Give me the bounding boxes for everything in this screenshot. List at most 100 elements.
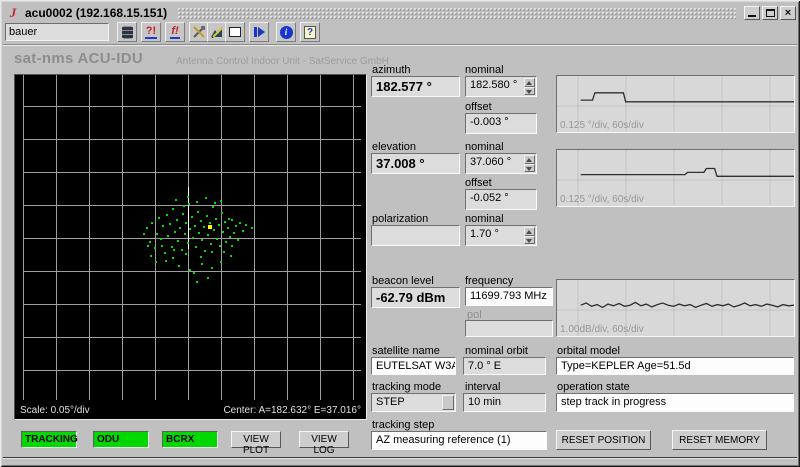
nominal-orbit-label: nominal orbit [465,345,528,357]
titlebar-texture [177,7,736,19]
function-alert-button[interactable]: f! [165,22,185,42]
azimuth-nominal-label: nominal [465,64,504,76]
beacon-pol-value [465,320,553,337]
view-plot-button[interactable]: VIEW PLOT [231,431,281,448]
orbital-model-value: Type=KEPLER Age=51.5d [556,357,794,375]
query-alert-button[interactable]: ?! [141,22,161,42]
interval-value: 10 min [463,393,546,412]
frequency-label: frequency [465,275,513,287]
elevation-offset-value: -0.052 ° [465,189,537,210]
azimuth-label: azimuth [372,64,411,76]
close-icon: × [781,7,795,19]
plot-scale-label: Scale: 0.05°/div [20,405,90,416]
minimize-icon [748,15,756,17]
frequency-field[interactable]: 11699.793 MHz [465,287,553,306]
polarization-nominal-value: 1.70 ° [470,228,524,240]
azimuth-nominal-value: 182.580 ° [470,79,524,91]
spin-up-button[interactable] [524,155,535,164]
plot-edit-icon [210,25,224,39]
azimuth-value: 182.577 ° [371,76,460,97]
elevation-trend-chart: 0.125 °/div, 60s/div [556,149,795,207]
bottom-separator [3,457,797,459]
tracking-mode-combo[interactable]: STEP [371,393,456,412]
tracking-step-value[interactable]: AZ measuring reference (1) [371,431,547,450]
operation-state-value: step track in progress [556,393,794,412]
spin-down-button[interactable] [524,236,535,245]
spin-up-button[interactable] [524,227,535,236]
app-icon[interactable]: J [6,6,20,20]
title-bar: J acu0002 (192.168.15.151) × [4,4,796,21]
tools-icon [192,25,206,39]
interval-label: interval [465,381,500,393]
run-step-button[interactable] [249,22,269,42]
window-view-button[interactable] [225,22,245,42]
beacon-level-value: -62.79 dBm [371,287,460,308]
spin-down-button[interactable] [524,87,535,96]
beacon-trend-chart: 1.00dB/div, 60s/div [556,279,795,337]
azimuth-trend-chart: 0.125 °/div, 60s/div [556,75,795,133]
info-icon: i [280,26,293,39]
query-alert-icon: ?! [145,26,157,39]
window-title: acu0002 (192.168.15.151) [25,6,167,20]
window-icon [229,27,241,37]
scatter-plot: Scale: 0.05°/div Center: A=182.632° E=37… [14,74,367,420]
elevation-trend-label: 0.125 °/div, 60s/div [560,194,644,205]
polarization-value [371,225,460,246]
help-button[interactable]: ? [300,22,320,42]
info-button[interactable]: i [276,22,296,42]
polarization-nominal-label: nominal [465,213,504,225]
elevation-nominal-spinner [524,155,535,172]
plot-dots [15,75,366,419]
plot-edit-button[interactable] [207,22,227,42]
panel-subtitle: Antenna Control Indoor Unit - SatService… [176,56,389,67]
maximize-icon [766,9,775,17]
database-button[interactable] [117,22,137,42]
app-window: J acu0002 (192.168.15.151) × ?! f! i ? s… [0,0,800,467]
polarization-nominal-field[interactable]: 1.70 ° [465,225,537,246]
elevation-label: elevation [372,141,416,153]
spin-up-button[interactable] [524,78,535,87]
azimuth-nominal-spinner [524,78,535,95]
panel-title: sat-nms ACU-IDU [14,50,143,67]
status-odu: ODU [93,431,149,448]
polarization-nominal-spinner [524,227,535,244]
reset-position-button[interactable]: RESET POSITION [556,430,651,450]
maximize-button[interactable] [762,6,778,20]
polarization-label: polarization [372,213,428,225]
orbital-model-label: orbital model [557,345,620,357]
reset-memory-button[interactable]: RESET MEMORY [672,430,767,450]
azimuth-trend-label: 0.125 °/div, 60s/div [560,120,644,131]
elevation-nominal-label: nominal [465,141,504,153]
azimuth-offset-value: -0.003 ° [465,113,537,134]
satellite-name-label: satellite name [372,345,440,357]
function-alert-icon: f! [170,26,179,39]
tracking-mode-label: tracking mode [372,381,441,393]
help-icon: ? [304,26,316,39]
beacon-trend-label: 1.00dB/div, 60s/div [560,324,644,335]
operation-state-label: operation state [557,381,630,393]
elevation-nominal-field[interactable]: 37.060 ° [465,153,537,174]
tracking-step-label: tracking step [372,419,434,431]
toolbar-separator [3,44,797,46]
plot-center-label: Center: A=182.632° E=37.016° [223,405,361,416]
azimuth-offset-label: offset [465,101,492,113]
minimize-button[interactable] [744,6,760,20]
close-button[interactable]: × [780,6,796,20]
database-icon [122,26,133,39]
nominal-orbit-value: 7.0 ° E [463,357,546,375]
beacon-level-label: beacon level [372,275,434,287]
satellite-name-field[interactable]: EUTELSAT W3A [371,357,456,375]
run-step-icon [254,27,265,37]
status-bcrx: BCRX [162,431,218,448]
elevation-nominal-value: 37.060 ° [470,156,524,168]
status-tracking: TRACKING [21,431,77,448]
tools-button[interactable] [189,22,209,42]
elevation-offset-label: offset [465,177,492,189]
azimuth-nominal-field[interactable]: 182.580 ° [465,76,537,97]
user-input[interactable] [5,23,109,41]
view-log-button[interactable]: VIEW LOG [299,431,349,448]
elevation-value: 37.008 ° [371,153,460,174]
tracking-mode-value: STEP [376,396,443,408]
dropdown-button[interactable] [442,395,454,410]
spin-down-button[interactable] [524,164,535,173]
